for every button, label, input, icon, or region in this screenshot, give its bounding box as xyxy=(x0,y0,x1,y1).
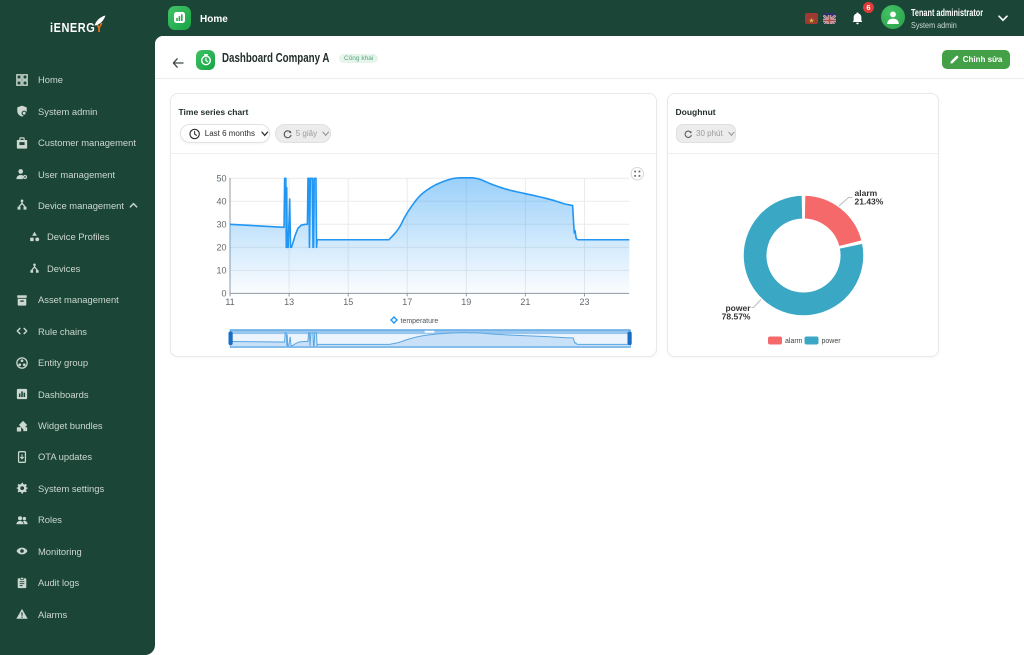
svg-text:11: 11 xyxy=(225,297,234,307)
svg-text:40: 40 xyxy=(216,196,226,206)
svg-text:10: 10 xyxy=(216,265,226,275)
svg-text:78.57%: 78.57% xyxy=(721,312,750,322)
svg-text:17: 17 xyxy=(402,297,412,307)
svg-text:30: 30 xyxy=(216,219,226,229)
svg-text:19: 19 xyxy=(461,297,471,307)
svg-text:20: 20 xyxy=(216,242,226,252)
svg-text:23: 23 xyxy=(579,297,589,307)
svg-text:15: 15 xyxy=(343,297,353,307)
svg-text:temperature: temperature xyxy=(400,318,438,325)
svg-text:50: 50 xyxy=(216,173,226,183)
svg-text:power: power xyxy=(821,338,841,345)
svg-text:alarm: alarm xyxy=(785,338,803,345)
svg-text:21.43%: 21.43% xyxy=(854,197,883,207)
svg-text:21: 21 xyxy=(520,297,530,307)
svg-text:13: 13 xyxy=(284,297,294,307)
